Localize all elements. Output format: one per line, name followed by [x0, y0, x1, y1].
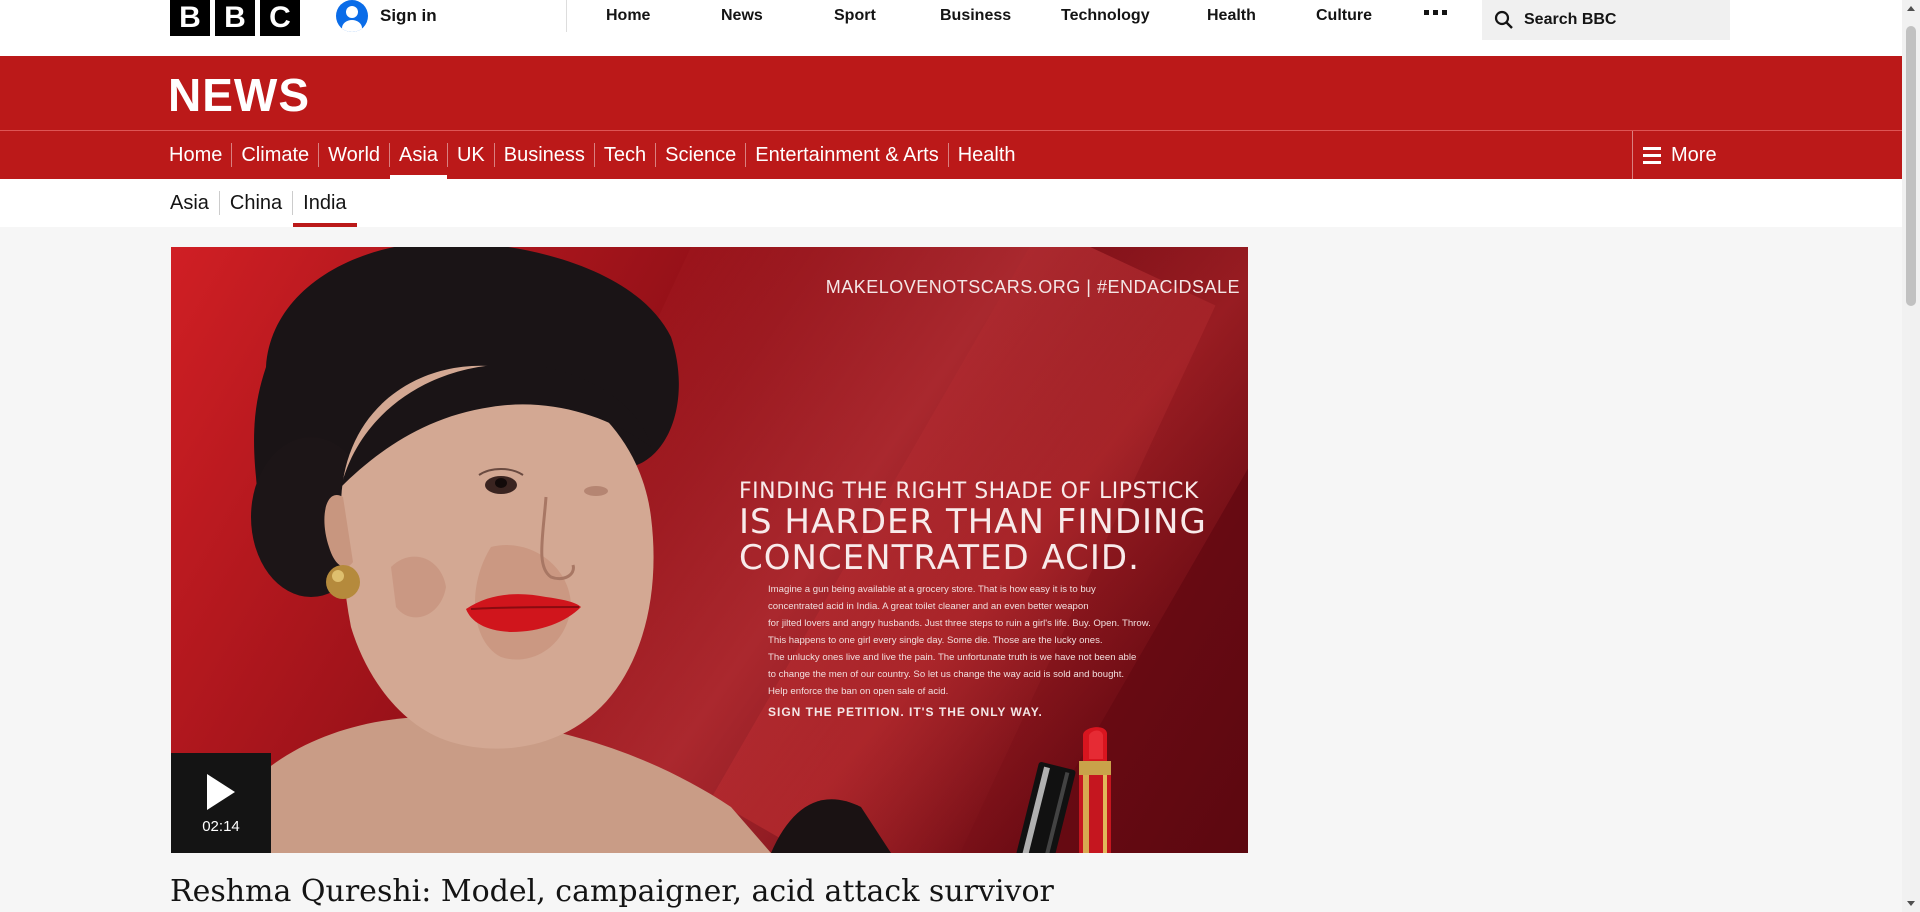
- search-bbc-button[interactable]: Search BBC: [1482, 0, 1730, 40]
- sub-nav-asia[interactable]: Asia: [160, 191, 220, 215]
- news-nav-health[interactable]: Health: [949, 143, 1025, 167]
- sub-nav-china[interactable]: China: [220, 191, 294, 215]
- ad-cta-text: SIGN THE PETITION. IT'S THE ONLY WAY.: [768, 705, 1043, 719]
- ad-headline-line-2: IS HARDER THAN FINDING: [739, 502, 1207, 542]
- ad-body-line: for jilted lovers and angry husbands. Ju…: [768, 618, 1151, 629]
- ad-body-line: Help enforce the ban on open sale of aci…: [768, 686, 949, 697]
- bbc-logo[interactable]: B B C: [170, 0, 300, 36]
- ad-url-text: MAKELOVENOTSCARS.ORG | #ENDACIDSALE: [825, 277, 1240, 297]
- ad-headline-line-1: FINDING THE RIGHT SHADE OF LIPSTICK: [739, 479, 1199, 504]
- news-nav-entertainment-arts[interactable]: Entertainment & Arts: [746, 143, 949, 167]
- news-nav: Home Climate World Asia UK Business Tech…: [0, 131, 1902, 179]
- news-more-button[interactable]: More: [1632, 131, 1903, 179]
- global-nav-home[interactable]: Home: [606, 7, 650, 25]
- bbc-logo-letter: B: [215, 0, 255, 36]
- play-button[interactable]: 02:14: [171, 753, 271, 853]
- global-nav-news[interactable]: News: [721, 7, 763, 25]
- lipstick-image: [1015, 727, 1111, 853]
- scroll-down-icon[interactable]: [1907, 901, 1915, 906]
- sign-in-label: Sign in: [380, 6, 437, 25]
- user-avatar-icon: [336, 0, 368, 32]
- news-nav-uk[interactable]: UK: [448, 143, 495, 167]
- ad-body-line: The unlucky ones live and live the pain.…: [768, 652, 1137, 663]
- news-nav-science[interactable]: Science: [656, 143, 747, 167]
- news-nav-home[interactable]: Home: [160, 143, 233, 167]
- ad-headline-line-3: CONCENTRATED ACID.: [739, 538, 1140, 578]
- article-headline: Reshma Qureshi: Model, campaigner, acid …: [170, 874, 1054, 909]
- news-logo[interactable]: NEWS: [168, 68, 310, 122]
- ad-headline: FINDING THE RIGHT SHADE OF LIPSTICK IS H…: [739, 479, 1207, 576]
- news-masthead: NEWS: [0, 56, 1902, 131]
- global-nav-technology[interactable]: Technology: [1061, 7, 1150, 25]
- bbc-logo-letter: C: [260, 0, 300, 36]
- ad-body-line: Imagine a gun being available at a groce…: [768, 584, 1096, 595]
- global-nav-sport[interactable]: Sport: [834, 7, 876, 25]
- sub-nav: Asia China India: [0, 179, 1902, 227]
- scroll-up-icon[interactable]: [1907, 6, 1915, 11]
- ad-body-line: concentrated acid in India. A great toil…: [768, 601, 1089, 612]
- news-nav-climate[interactable]: Climate: [232, 143, 320, 167]
- global-nav-business[interactable]: Business: [940, 7, 1011, 25]
- hamburger-icon: [1643, 146, 1661, 164]
- global-nav-culture[interactable]: Culture: [1316, 7, 1372, 25]
- ad-body-text: Imagine a gun being available at a groce…: [768, 581, 1208, 700]
- ad-body-line: to change the men of our country. So let…: [768, 669, 1125, 680]
- sub-nav-india[interactable]: India: [293, 191, 357, 227]
- play-icon: [207, 773, 235, 810]
- video-player[interactable]: MAKELOVENOTSCARS.ORG | #ENDACIDSALE FIND…: [171, 247, 1248, 853]
- news-nav-world[interactable]: World: [319, 143, 391, 167]
- global-header: B B C Sign in Home News Sport Business T…: [0, 0, 1902, 56]
- page-scrollbar[interactable]: [1902, 0, 1920, 912]
- news-nav-business[interactable]: Business: [495, 143, 595, 167]
- header-divider: [566, 0, 567, 32]
- bbc-logo-letter: B: [170, 0, 210, 36]
- scrollbar-thumb[interactable]: [1906, 26, 1916, 306]
- news-more-label: More: [1671, 143, 1717, 166]
- more-menu-icon[interactable]: [1424, 10, 1447, 15]
- global-nav-health[interactable]: Health: [1207, 7, 1256, 25]
- search-label: Search BBC: [1524, 11, 1617, 28]
- news-nav-tech[interactable]: Tech: [595, 143, 657, 167]
- sign-in-button[interactable]: Sign in: [336, 0, 437, 32]
- news-nav-asia[interactable]: Asia: [390, 143, 448, 179]
- search-icon: [1494, 10, 1513, 29]
- ad-body-line: This happens to one girl every single da…: [768, 635, 1103, 646]
- video-duration: 02:14: [202, 817, 240, 835]
